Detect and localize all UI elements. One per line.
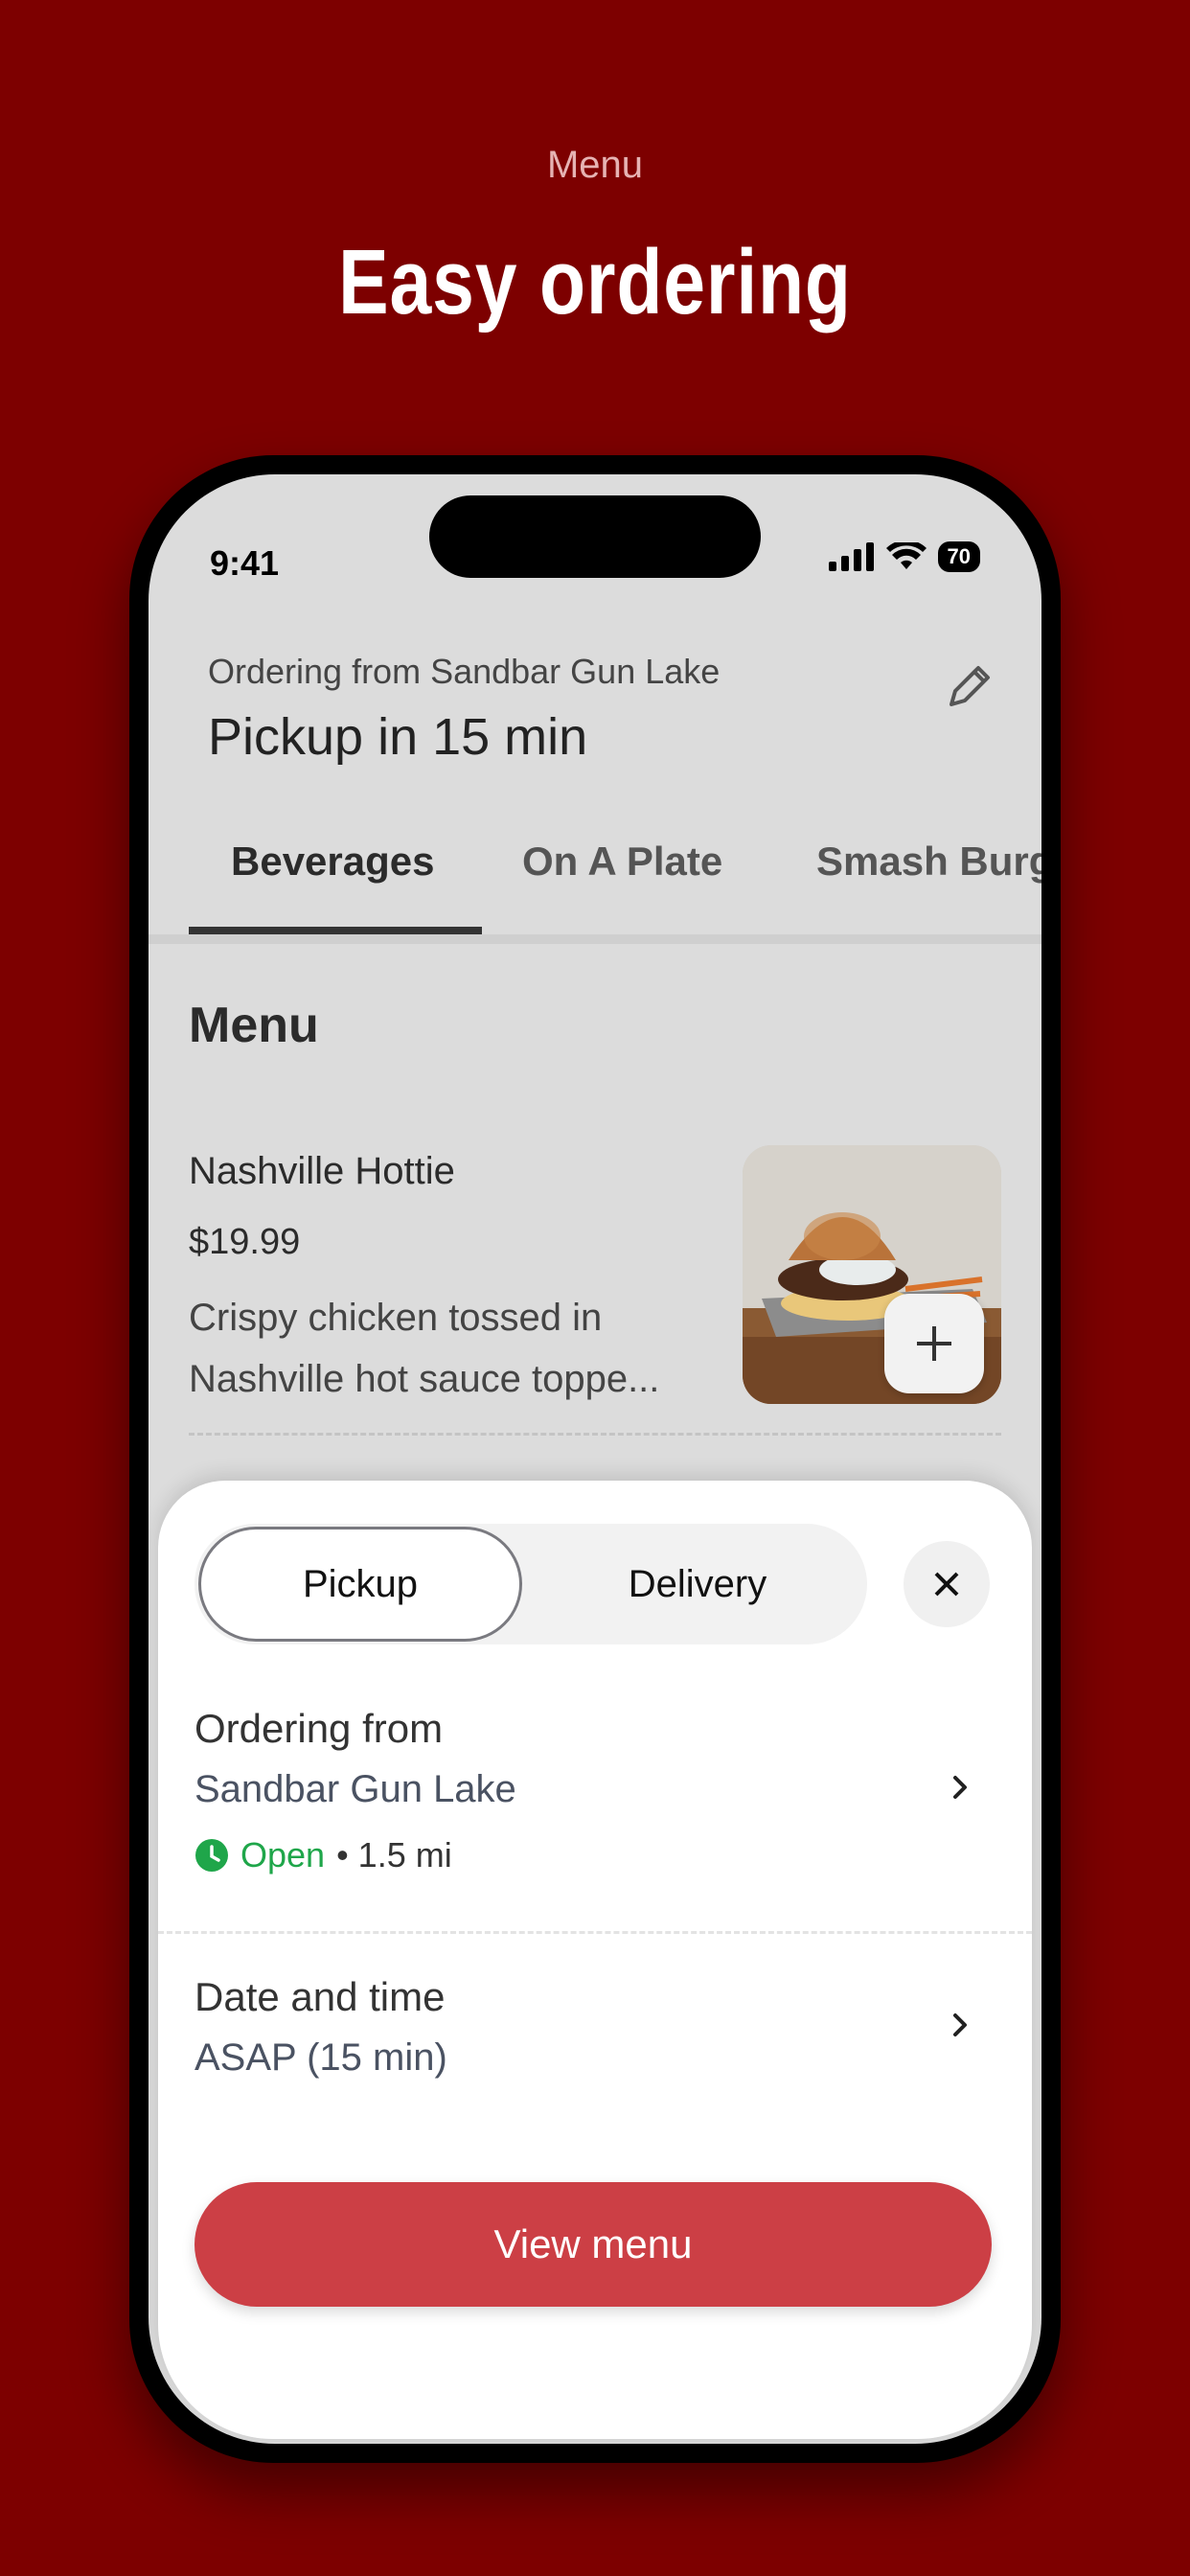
order-type-toggle: Pickup Delivery [195,1524,867,1644]
phone-frame: 9:41 70 Ordering from Sandbar Gun Lake P… [129,455,1061,2463]
date-time-value[interactable]: ASAP (15 min) [195,2036,447,2080]
ordering-from-label[interactable]: Ordering from [195,1706,443,1752]
status-bar: 9:41 70 [149,474,1041,599]
chevron-right-icon[interactable] [946,2006,974,2044]
add-to-cart-button[interactable] [884,1294,984,1393]
sheet-divider [158,1931,1032,1934]
chevron-right-icon[interactable] [946,1768,974,1806]
active-tab-indicator [189,927,482,934]
tab-divider [149,934,1041,944]
category-tabs: Beverages On A Plate Smash Burg [149,839,1041,934]
plus-icon [917,1326,951,1361]
menu-item-price: $19.99 [189,1222,301,1262]
dynamic-island [429,495,761,578]
status-time: 9:41 [210,543,280,583]
menu-heading: Menu [189,998,319,1053]
wifi-icon [885,542,927,569]
store-status: Open • 1.5 mi [195,1835,452,1875]
date-time-label[interactable]: Date and time [195,1974,445,2020]
status-icons: 70 [828,541,980,572]
phone-screen: 9:41 70 Ordering from Sandbar Gun Lake P… [149,474,1041,2444]
ordering-from-text: Ordering from Sandbar Gun Lake [208,652,721,691]
close-button[interactable] [904,1541,990,1627]
menu-item-description: Crispy chicken tossed in Nashville hot s… [189,1297,660,1400]
pickup-option[interactable]: Pickup [198,1527,522,1642]
promo-title: Easy ordering [338,231,852,334]
open-status: Open [240,1835,326,1874]
view-menu-button[interactable]: View menu [195,2182,992,2307]
promo-subtitle: Menu [546,144,644,186]
pickup-time-title[interactable]: Pickup in 15 min [208,707,587,767]
tab-beverages[interactable]: Beverages [231,839,434,885]
item-divider [189,1433,1001,1436]
tab-on-a-plate[interactable]: On A Plate [522,839,722,885]
store-name[interactable]: Sandbar Gun Lake [195,1768,516,1811]
pencil-icon[interactable] [938,656,999,718]
clock-icon [195,1839,228,1872]
signal-icon [828,542,874,571]
battery-indicator: 70 [937,541,980,572]
order-settings-sheet: Pickup Delivery Ordering from Sandbar Gu… [158,1481,1032,2439]
delivery-option[interactable]: Delivery [532,1527,863,1642]
close-icon [934,1572,959,1597]
tab-smash-burgers[interactable]: Smash Burg [816,839,1041,885]
menu-item-name[interactable]: Nashville Hottie [189,1150,455,1193]
store-distance: • 1.5 mi [336,1835,452,1874]
